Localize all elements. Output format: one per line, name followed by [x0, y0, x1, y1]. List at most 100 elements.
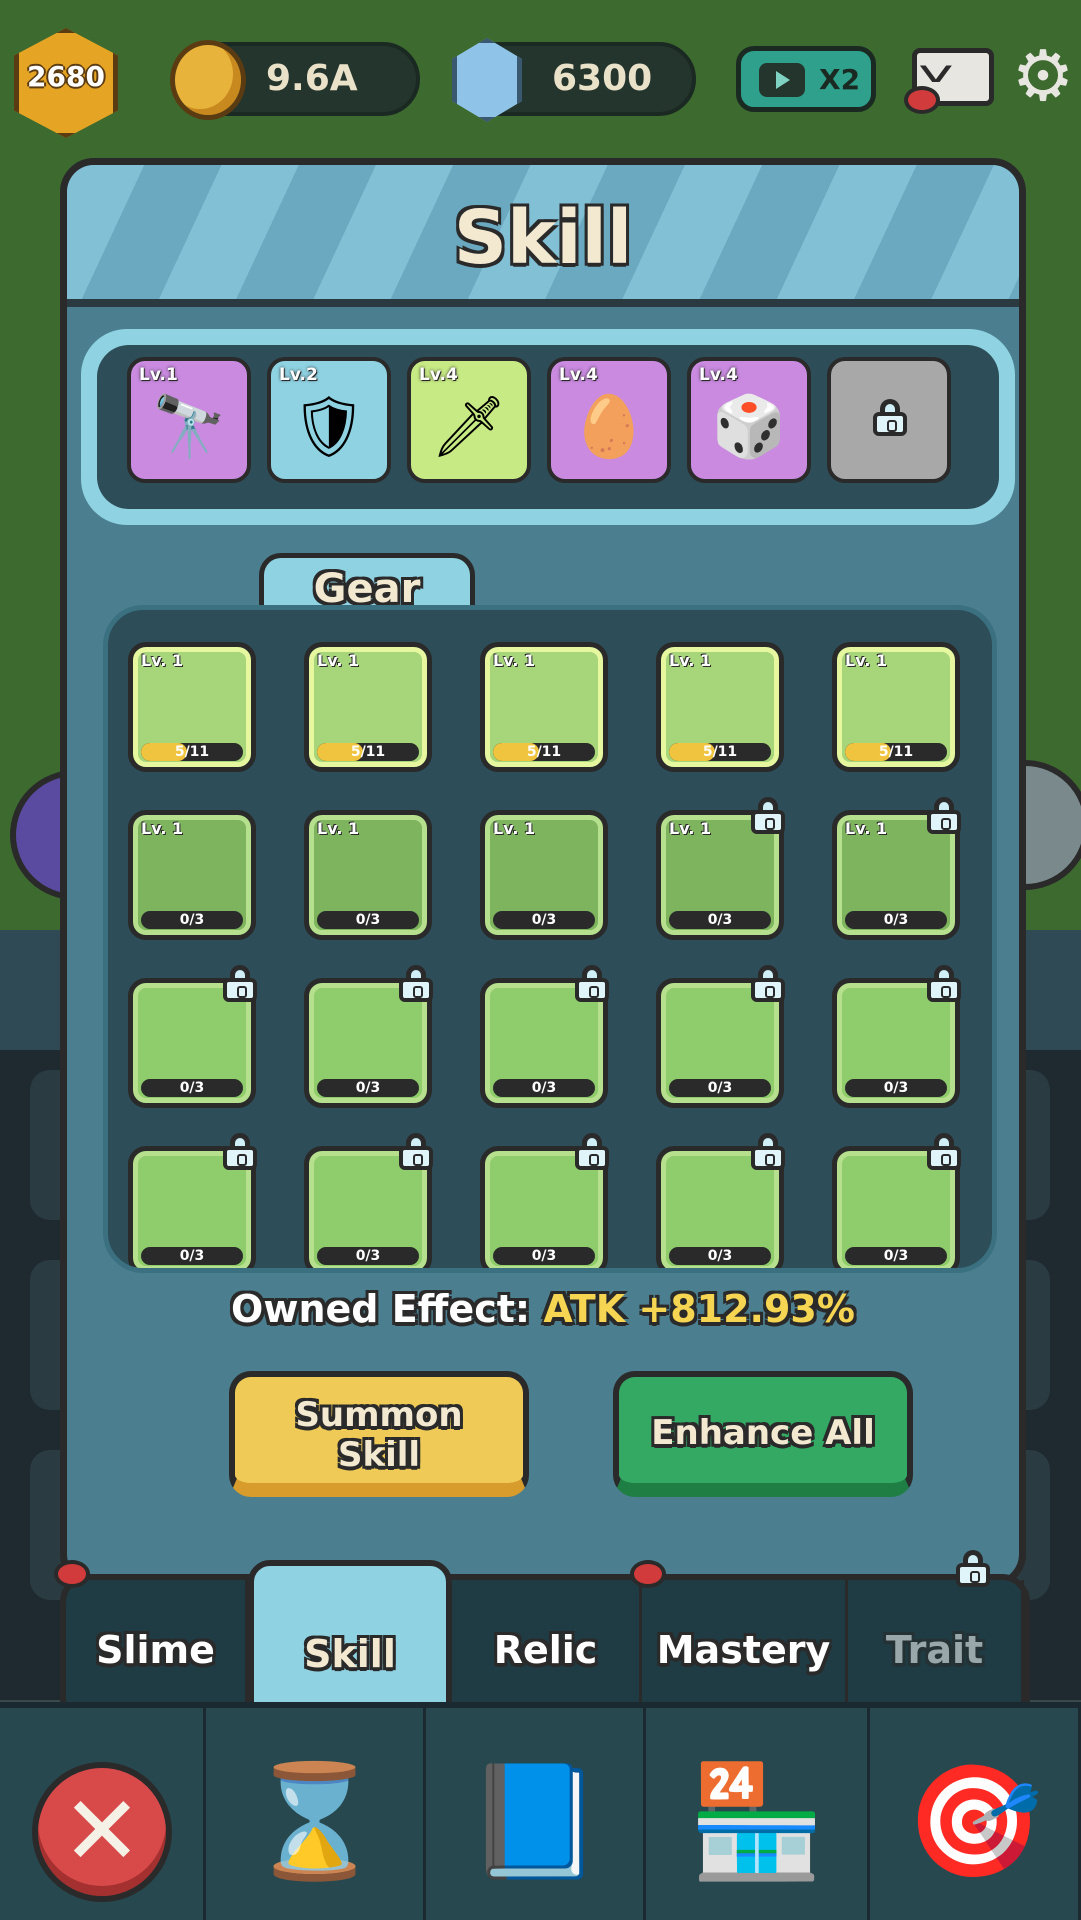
equipped-slot[interactable]: Lv.1 🔭: [127, 357, 251, 483]
tab-label: Slime: [96, 1628, 215, 1672]
skill-card-progress: 0/3: [141, 1247, 243, 1265]
panel-title: Skill: [453, 195, 633, 281]
lock-body: [927, 1146, 961, 1170]
sword-icon: 🗡: [430, 392, 508, 462]
equipped-slot[interactable]: Lv.4 🗡: [407, 357, 531, 483]
skill-card-level: Lv. 1: [141, 651, 184, 670]
skill-card[interactable]: 0/3: [656, 1133, 785, 1268]
tab-label: Relic: [493, 1628, 598, 1672]
target-icon: 🎯: [905, 1757, 1043, 1885]
close-icon: ✕: [32, 1762, 172, 1902]
lock-icon: [223, 965, 257, 1002]
skill-card[interactable]: Lv. 1 5/11: [128, 642, 256, 772]
equipped-slot-level: Lv.2: [279, 365, 318, 385]
skill-card[interactable]: Lv. 1 0/3: [304, 810, 432, 940]
skill-card-count: 0/3: [707, 912, 733, 928]
nav-shop[interactable]: 🏪: [646, 1708, 870, 1920]
speed-boost-button[interactable]: X2: [736, 46, 876, 112]
skill-card[interactable]: Lv. 1 5/11: [480, 642, 608, 772]
nav-close[interactable]: ✕: [0, 1708, 206, 1920]
nav-target[interactable]: 🎯: [870, 1708, 1081, 1920]
skill-card-progress: 5/11: [317, 743, 419, 761]
equipped-slot[interactable]: [827, 357, 951, 483]
skill-card[interactable]: 0/3: [304, 965, 433, 1108]
lock-body: [223, 1146, 257, 1170]
skill-card-progress: 5/11: [669, 743, 771, 761]
equipped-slot[interactable]: Lv.2 🛡: [267, 357, 391, 483]
skill-card-count: 0/3: [883, 1248, 909, 1264]
skill-card[interactable]: Lv. 1 5/11: [832, 642, 960, 772]
skill-card-progress: 5/11: [493, 743, 595, 761]
skill-card[interactable]: Lv. 1 5/11: [304, 642, 432, 772]
lock-body: [751, 1146, 785, 1170]
skill-card-progress: 5/11: [141, 743, 243, 761]
level-value: 2680: [27, 60, 105, 93]
owned-effect-label: Owned Effect:: [231, 1287, 531, 1331]
skill-card[interactable]: 0/3: [128, 965, 257, 1108]
lock-body: [223, 978, 257, 1002]
lock-icon: [956, 1550, 990, 1587]
skill-card[interactable]: 0/3: [480, 1133, 609, 1268]
tab-trait[interactable]: Trait: [848, 1550, 1024, 1720]
skill-card-progress: 0/3: [669, 911, 771, 929]
lock-icon: [575, 1133, 609, 1170]
skill-card-progress: 0/3: [669, 1247, 771, 1265]
skill-card[interactable]: 0/3: [656, 965, 785, 1108]
equipped-slot-level: Lv.4: [419, 365, 458, 385]
skill-card-count: 5/11: [174, 744, 210, 760]
skill-card-count: 5/11: [526, 744, 562, 760]
skill-card[interactable]: Lv. 1 0/3: [656, 797, 785, 940]
skill-card[interactable]: Lv. 1 5/11: [656, 642, 784, 772]
nav-book[interactable]: 📘: [426, 1708, 646, 1920]
settings-gear-icon[interactable]: ⚙: [1010, 40, 1076, 112]
lock-icon: [751, 965, 785, 1002]
skill-card-count: 5/11: [350, 744, 386, 760]
skill-panel: Skill Lv.1 🔭 Lv.2 🛡 Lv.4 🗡 Lv.4 🥚 Lv.4 🎲 Gear Lv.…: [60, 158, 1026, 1588]
notification-dot: [54, 1560, 90, 1588]
skill-card[interactable]: Lv. 1 0/3: [128, 810, 256, 940]
lock-icon: [927, 797, 961, 834]
skill-card[interactable]: 0/3: [304, 1133, 433, 1268]
equipped-slot[interactable]: Lv.4 🎲: [687, 357, 811, 483]
skill-card-progress: 0/3: [317, 911, 419, 929]
nav-hourglass[interactable]: ⌛: [206, 1708, 426, 1920]
skill-card-count: 0/3: [179, 1248, 205, 1264]
skill-grid[interactable]: Lv. 1 5/11 Lv. 1 5/11 Lv. 1 5/11 Lv. 1 5/11 Lv. …: [103, 605, 997, 1273]
skill-card-level: Lv. 1: [669, 651, 712, 670]
skill-card[interactable]: 0/3: [480, 965, 609, 1108]
coin-icon: [170, 40, 246, 120]
equipped-skills: Lv.1 🔭 Lv.2 🛡 Lv.4 🗡 Lv.4 🥚 Lv.4 🎲: [81, 329, 1015, 525]
skill-card[interactable]: 0/3: [832, 965, 961, 1108]
skill-card-progress: 0/3: [493, 911, 595, 929]
lock-icon: [399, 1133, 433, 1170]
enhance-all-button[interactable]: Enhance All: [613, 1371, 913, 1497]
equipped-slot-level: Lv.4: [699, 365, 738, 385]
skill-card-count: 5/11: [878, 744, 914, 760]
skill-card-level: Lv. 1: [141, 819, 184, 838]
skill-card[interactable]: Lv. 1 0/3: [480, 810, 608, 940]
skill-card[interactable]: Lv. 1 0/3: [832, 797, 961, 940]
skill-card-level: Lv. 1: [493, 819, 536, 838]
lock-body: [956, 1563, 990, 1587]
skill-card-progress: 0/3: [669, 1079, 771, 1097]
notification-dot: [630, 1560, 666, 1588]
tab-slime[interactable]: Slime: [54, 1560, 248, 1720]
tab-mastery[interactable]: Mastery: [630, 1560, 848, 1720]
summon-skill-button[interactable]: Summon Skill: [229, 1371, 529, 1497]
skill-card-progress: 5/11: [845, 743, 947, 761]
lock-body: [575, 978, 609, 1002]
lock-body: [751, 810, 785, 834]
lock-body: [927, 978, 961, 1002]
equipped-slot[interactable]: Lv.4 🥚: [547, 357, 671, 483]
skill-card[interactable]: 0/3: [128, 1133, 257, 1268]
skill-card-progress: 0/3: [317, 1079, 419, 1097]
lock-icon: [223, 1133, 257, 1170]
skill-card-count: 0/3: [707, 1080, 733, 1096]
play-video-icon: [759, 63, 805, 97]
skill-card-count: 0/3: [531, 1248, 557, 1264]
skill-card-level: Lv. 1: [317, 651, 360, 670]
tab-relic[interactable]: Relic: [452, 1580, 642, 1720]
speed-boost-label: X2: [819, 63, 861, 96]
skill-card[interactable]: 0/3: [832, 1133, 961, 1268]
skill-card-count: 0/3: [531, 1080, 557, 1096]
